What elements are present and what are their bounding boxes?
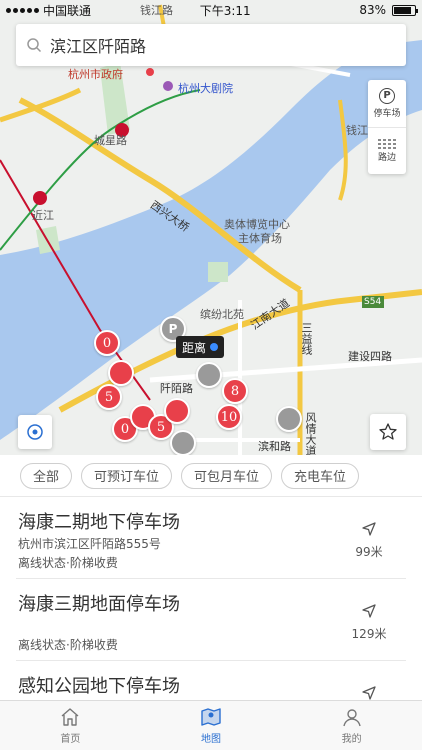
parking-marker[interactable] — [276, 406, 302, 432]
map-label-jiangjin: 近江 — [32, 209, 54, 222]
callout-label: 距离 — [182, 340, 207, 355]
list-item[interactable]: 海康三期地面停车场 离线状态·阶梯收费 129米 — [16, 579, 406, 661]
map-label-jianshe: 建设四路 — [348, 350, 392, 363]
gov-pin-icon — [146, 68, 154, 76]
tab-bar: 首页 地图 我的 — [0, 700, 422, 750]
navigate-icon — [362, 686, 376, 700]
map-label-fengqing: 风情大道 — [304, 412, 317, 455]
parking-marker[interactable]: 0 — [94, 330, 120, 356]
list-item[interactable]: 感知公园地下停车场 — [16, 661, 406, 700]
parking-marker[interactable] — [108, 360, 134, 386]
theater-icon — [163, 81, 173, 91]
tab-home[interactable]: 首页 — [0, 701, 141, 750]
tab-map[interactable]: 地图 — [141, 701, 282, 750]
star-icon — [379, 423, 397, 440]
location-dot-icon — [210, 343, 219, 351]
parking-marker[interactable] — [164, 398, 190, 424]
roadside-layer-label: 路边 — [377, 153, 396, 164]
tab-mine[interactable]: 我的 — [281, 701, 422, 750]
map-label-binfen: 缤纷北苑 — [200, 308, 244, 321]
parking-status: 离线状态·阶梯收费 — [18, 638, 118, 652]
tab-home-label: 首页 — [60, 734, 81, 745]
search-input[interactable]: 滨江区阡陌路 — [50, 33, 146, 57]
roadside-icon — [378, 139, 396, 149]
road — [0, 87, 82, 123]
parking-distance: 129米 — [351, 627, 387, 641]
park-area — [208, 262, 228, 282]
filter-chip-monthly[interactable]: 可包月车位 — [181, 462, 273, 489]
parking-distance: 99米 — [355, 545, 383, 559]
signal-icon — [6, 7, 39, 13]
filter-bar: 全部 可预订车位 可包月车位 充电车位 — [0, 455, 422, 497]
parking-layer-button[interactable]: P 停车场 — [368, 80, 406, 127]
parking-address: 杭州市滨江区阡陌路555号 — [18, 537, 161, 551]
map-layer-controls: P 停车场 路边 — [368, 80, 406, 174]
parking-layer-label: 停车场 — [373, 108, 401, 119]
parking-marker[interactable]: 5 — [96, 384, 122, 410]
search-icon — [27, 38, 42, 53]
map-view[interactable]: 杭州市政府 杭州大剧院 城星路 近江 钱江路 钱江 西兴大桥 奥体博览中心 主体… — [0, 0, 422, 455]
navigate-button[interactable] — [344, 685, 394, 700]
map-label-sanyixian: 三益线 — [300, 322, 313, 355]
status-bar: 中国联通 下午3:11 83% — [0, 0, 422, 20]
map-label-olympic2: 主体育场 — [238, 232, 282, 245]
roadside-layer-button[interactable]: 路边 — [368, 126, 406, 175]
parking-status: 离线状态·阶梯收费 — [18, 556, 118, 570]
distance-callout: 距离 — [176, 336, 225, 358]
parking-icon: P — [379, 87, 395, 104]
list-item[interactable]: 海康二期地下停车场 杭州市滨江区阡陌路555号 离线状态·阶梯收费 99米 — [16, 497, 406, 579]
map-label-binhe: 滨和路 — [258, 440, 291, 453]
parking-list: 海康二期地下停车场 杭州市滨江区阡陌路555号 离线状态·阶梯收费 99米 海康… — [0, 497, 422, 700]
map-label-theater: 杭州大剧院 — [178, 82, 233, 95]
status-time: 下午3:11 — [199, 3, 251, 18]
parking-marker[interactable]: 8 — [222, 378, 248, 404]
map-icon — [201, 708, 221, 726]
user-icon — [342, 709, 361, 727]
parking-name: 海康二期地下停车场 — [18, 512, 180, 533]
battery-percent: 83% — [359, 3, 386, 17]
filter-chip-reservable[interactable]: 可预订车位 — [81, 462, 173, 489]
navigate-icon — [362, 522, 376, 536]
map-label-gov: 杭州市政府 — [68, 68, 123, 81]
filter-chip-charging[interactable]: 充电车位 — [281, 462, 360, 489]
parking-marker[interactable] — [196, 362, 222, 388]
subway-station-icon — [33, 191, 47, 205]
parking-marker[interactable]: 10 — [216, 404, 242, 430]
navigate-icon — [362, 604, 376, 618]
carrier-name: 中国联通 — [43, 3, 92, 18]
battery-icon — [391, 4, 418, 16]
map-label-qianjiang2: 钱江 — [346, 124, 368, 137]
parking-marker[interactable] — [170, 430, 196, 455]
navigate-button[interactable]: 129米 — [344, 603, 394, 642]
map-label-s54: S54 — [364, 297, 382, 307]
home-icon — [61, 708, 79, 726]
parking-name: 感知公园地下停车场 — [18, 676, 180, 697]
map-label-qianmo: 阡陌路 — [160, 382, 193, 395]
parking-name: 海康三期地面停车场 — [18, 594, 180, 615]
filter-chip-all[interactable]: 全部 — [20, 462, 73, 489]
search-bar[interactable]: 滨江区阡陌路 — [16, 24, 406, 66]
tab-map-label: 地图 — [201, 734, 221, 745]
locate-button[interactable] — [18, 415, 52, 449]
favorite-button[interactable] — [370, 414, 406, 450]
locate-icon — [27, 424, 43, 440]
map-label-chengxing: 城星路 — [94, 134, 127, 147]
tab-mine-label: 我的 — [341, 734, 362, 745]
navigate-button[interactable]: 99米 — [344, 521, 394, 560]
